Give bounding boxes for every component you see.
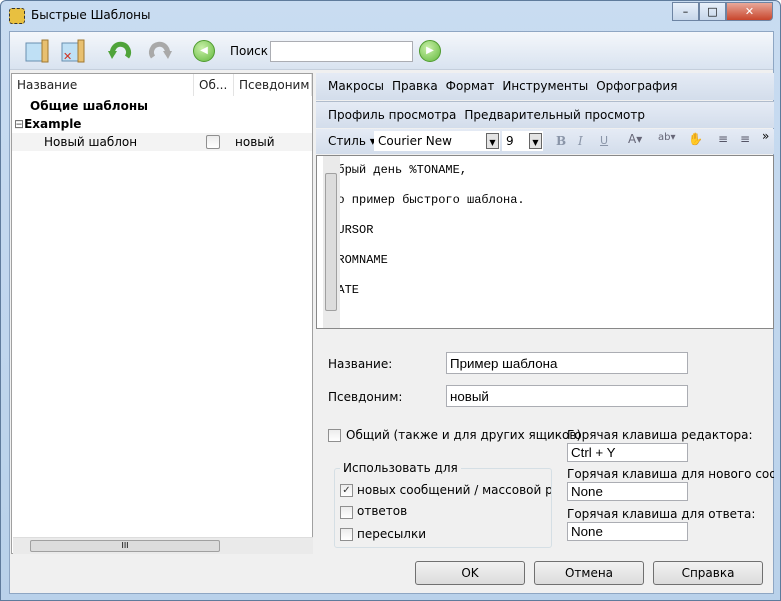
hotkey-new-input[interactable] [567,482,688,501]
italic-button[interactable]: I [578,134,583,148]
main-toolbar: ✕ ◀ Поиск ▶ [10,32,773,70]
align-center-icon[interactable]: ≡ [740,132,750,146]
use-for-new-label: новых сообщений / массовой расс [357,483,551,497]
clear-format-icon[interactable]: ✋ [688,132,703,146]
column-header-name[interactable]: Название [12,74,194,96]
cancel-button[interactable]: Отмена [534,561,644,585]
menu-edit[interactable]: Правка [392,79,438,93]
menu-view-profile[interactable]: Профиль просмотра [328,108,456,122]
underline-button[interactable]: U [600,134,608,147]
client-area: ✕ ◀ Поиск ▶ Название Об... Псевдоним Общ… [9,31,774,594]
app-icon [9,8,25,24]
maximize-button[interactable]: □ [699,2,726,21]
close-button[interactable]: ✕ [726,2,773,21]
column-header-shared[interactable]: Об... [194,74,234,96]
shared-checkbox[interactable] [206,135,220,149]
hotkey-editor-label: Горячая клавиша редактора: [567,428,753,442]
menu-format[interactable]: Формат [446,79,495,93]
hotkey-reply-input[interactable] [567,522,688,541]
use-for-forward-label: пересылки [357,527,427,541]
window-title: Быстрые Шаблоны [31,8,151,22]
collapse-icon[interactable]: ⊟ [14,117,24,131]
font-color-icon[interactable]: A▾ [628,132,642,146]
tree-item-label: Общие шаблоны [30,99,148,113]
editor-menu-2: Профиль просмотра Предварительный просмот… [316,101,774,128]
name-label: Название: [328,357,393,371]
editor-menu: Макросы Правка Формат Инструменты Орфография [316,73,774,100]
window: Быстрые Шаблоны – □ ✕ ✕ ◀ Поиск ▶ Назван… [0,0,781,601]
horizontal-scrollbar[interactable]: III [13,537,313,554]
column-header-alias[interactable]: Псевдоним [234,74,312,96]
shared-checkbox[interactable] [328,429,341,442]
highlight-icon[interactable]: ab▾ [658,132,676,143]
alias-label: Псевдоним: [328,390,403,404]
use-for-new-checkbox[interactable]: ✓ [340,484,353,497]
menu-spelling[interactable]: Орфография [596,79,677,93]
forward-icon[interactable]: ▶ [419,40,441,62]
alias-input[interactable] [446,385,688,407]
template-editor[interactable]: Добрый день %TONAME, Это пример быстрого… [316,155,774,329]
hotkey-new-label: Горячая клавиша для нового сообще [567,467,774,481]
bold-button[interactable]: B [556,134,566,148]
tree-item-example[interactable]: ⊟Example [12,115,312,133]
tree-item-new-template[interactable]: Новый шаблон новый [12,133,312,151]
search-input[interactable] [270,41,413,62]
more-icon[interactable]: » [762,129,769,143]
search-label: Поиск [230,44,269,58]
font-select[interactable]: Courier New ▼ [374,131,500,151]
use-for-label: Использовать для [340,461,461,475]
hotkey-reply-label: Горячая клавиша для ответа: [567,507,756,521]
help-button[interactable]: Справка [653,561,763,585]
hotkey-editor-input[interactable] [567,443,688,462]
menu-macros[interactable]: Макросы [328,79,384,93]
tree-item-label: Новый шаблон [44,135,138,149]
svg-text:✕: ✕ [63,50,72,63]
size-select[interactable]: 9 ▼ [502,131,543,151]
back-icon[interactable]: ◀ [193,40,215,62]
format-toolbar: Стиль ▾ Courier New ▼ 9 ▼ B I U A▾ ab▾ ✋ ≡… [316,129,774,154]
new-template-icon[interactable] [24,38,50,64]
delete-template-icon[interactable]: ✕ [60,38,86,64]
menu-preview[interactable]: Предварительный просмотр [464,108,645,122]
tree-item-shared-templates[interactable]: Общие шаблоны [12,97,312,115]
ok-button[interactable]: OK [415,561,525,585]
vertical-scrollbar[interactable] [323,156,340,328]
redo-icon[interactable] [147,39,173,63]
tree-item-label: Example [24,117,82,131]
use-for-forward-checkbox[interactable] [340,528,353,541]
name-input[interactable] [446,352,688,374]
tree-item-alias: новый [235,135,275,149]
use-for-reply-label: ответов [357,504,408,518]
minimize-button[interactable]: – [672,2,699,21]
style-dropdown[interactable]: Стиль ▾ [328,134,376,148]
template-tree: Название Об... Псевдоним Общие шаблоны ⊟… [11,73,313,554]
use-for-reply-checkbox[interactable] [340,506,353,519]
align-left-icon[interactable]: ≡ [718,132,728,146]
shared-label: Общий (также и для других ящиков) [346,428,582,442]
undo-icon[interactable] [107,39,133,63]
menu-tools[interactable]: Инструменты [502,79,588,93]
